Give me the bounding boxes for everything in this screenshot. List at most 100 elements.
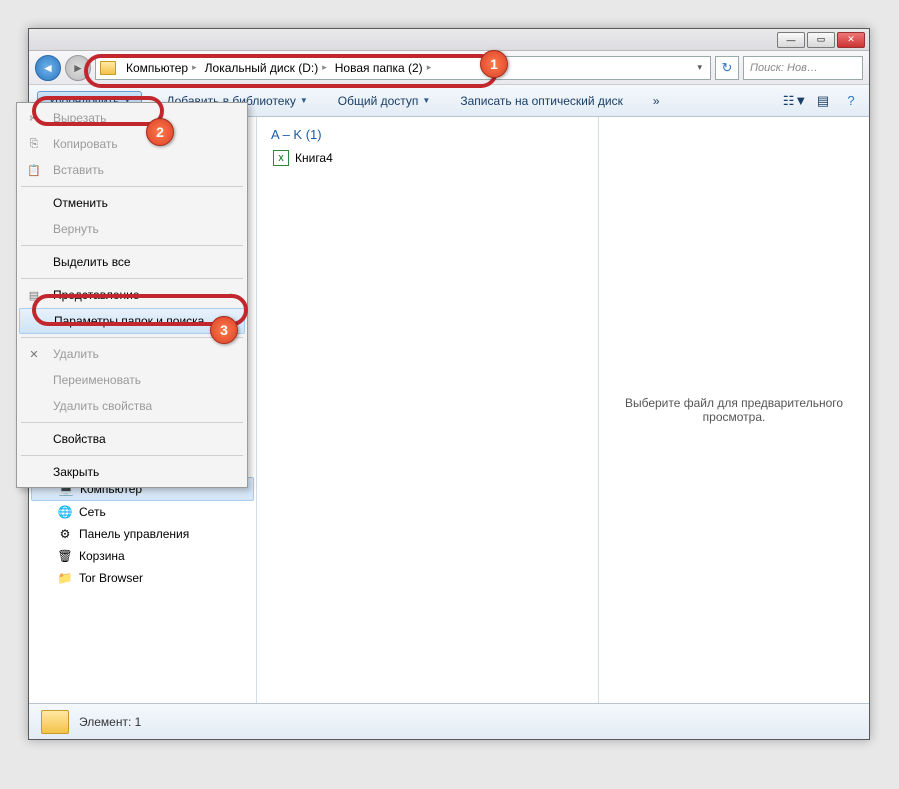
sidebar-item-label: Tor Browser <box>79 571 143 585</box>
menu-label: Выделить все <box>53 255 131 269</box>
recycle-bin-icon: 🗑 <box>57 548 73 564</box>
menu-separator <box>21 278 243 279</box>
sidebar-item-recycle-bin[interactable]: 🗑 Корзина <box>29 545 256 567</box>
menu-cut: ✂ Вырезать <box>17 105 247 131</box>
menu-label: Удалить <box>53 347 99 361</box>
blank-icon <box>26 313 44 329</box>
menu-redo: Вернуть <box>17 216 247 242</box>
excel-icon: X <box>273 150 289 166</box>
chevron-right-icon: ▸ <box>192 62 197 73</box>
status-bar: Элемент: 1 <box>29 703 869 739</box>
chevron-right-icon: ▸ <box>322 62 327 73</box>
crumb-disk-d[interactable]: Локальный диск (D:)▸ <box>201 61 331 75</box>
menu-separator <box>21 245 243 246</box>
sidebar-item-label: Сеть <box>79 505 106 519</box>
close-button[interactable]: ✕ <box>837 32 865 48</box>
chevron-right-icon: ▸ <box>230 290 235 301</box>
nav-row: ◄ ► Компьютер▸ Локальный диск (D:)▸ Нова… <box>29 51 869 85</box>
menu-label: Представление <box>53 288 140 302</box>
menu-paste: 📋 Вставить <box>17 157 247 183</box>
preview-pane-button[interactable]: ▤ <box>813 92 833 110</box>
view-options-button[interactable]: ☷▼ <box>785 92 805 110</box>
crumb-new-folder[interactable]: Новая папка (2) ▸ <box>331 61 435 75</box>
menu-remove-properties: Удалить свойства <box>17 393 247 419</box>
folder-icon <box>41 710 69 734</box>
menu-select-all[interactable]: Выделить все <box>17 249 247 275</box>
sidebar-item-label: Корзина <box>79 549 125 563</box>
chevron-right-icon: ▸ <box>427 62 432 73</box>
menu-separator <box>21 186 243 187</box>
sidebar-item-label: Панель управления <box>79 527 189 541</box>
paste-icon: 📋 <box>25 162 43 178</box>
badge-1: 1 <box>480 50 508 78</box>
chevron-down-icon: ▼ <box>422 96 430 105</box>
share-button[interactable]: Общий доступ ▼ <box>332 91 437 111</box>
network-icon: 🌐 <box>57 504 73 520</box>
file-item-book4[interactable]: X Книга4 <box>271 148 584 168</box>
blank-icon <box>25 221 43 237</box>
burn-disc-button[interactable]: Записать на оптический диск <box>454 91 629 111</box>
sidebar-item-network[interactable]: 🌐 Сеть <box>29 501 256 523</box>
menu-label: Копировать <box>53 137 118 151</box>
blank-icon <box>25 398 43 414</box>
minimize-button[interactable]: — <box>777 32 805 48</box>
titlebar: — ▭ ✕ <box>29 29 869 51</box>
menu-label: Удалить свойства <box>53 399 152 413</box>
forward-button[interactable]: ► <box>65 55 91 81</box>
crumb-label: Новая папка (2) <box>335 61 423 75</box>
share-label: Общий доступ <box>338 94 419 108</box>
menu-label: Переименовать <box>53 373 141 387</box>
toolbar-right: ☷▼ ▤ ? <box>785 92 861 110</box>
menu-label: Вырезать <box>53 111 106 125</box>
folder-icon: 📁 <box>57 570 73 586</box>
preview-message: Выберите файл для предварительного просм… <box>611 396 857 424</box>
menu-label: Отменить <box>53 196 108 210</box>
menu-label: Вставить <box>53 163 104 177</box>
status-text: Элемент: 1 <box>79 715 141 729</box>
crumb-label: Локальный диск (D:) <box>205 61 319 75</box>
chevron-down-icon: ▼ <box>300 96 308 105</box>
file-name: Книга4 <box>295 151 333 165</box>
sidebar-item-control-panel[interactable]: ⚙ Панель управления <box>29 523 256 545</box>
maximize-button[interactable]: ▭ <box>807 32 835 48</box>
address-dropdown-icon[interactable]: ▾ <box>693 62 706 73</box>
sidebar-item-tor-browser[interactable]: 📁 Tor Browser <box>29 567 256 589</box>
control-panel-icon: ⚙ <box>57 526 73 542</box>
search-input[interactable]: Поиск: Нов… <box>743 56 863 80</box>
menu-delete: ✕Удалить <box>17 341 247 367</box>
menu-layout[interactable]: ▤ Представление ▸ <box>17 282 247 308</box>
badge-3: 3 <box>210 316 238 344</box>
back-button[interactable]: ◄ <box>35 55 61 81</box>
blank-icon <box>25 254 43 270</box>
copy-icon: ⎘ <box>25 136 43 152</box>
menu-undo[interactable]: Отменить <box>17 190 247 216</box>
crumb-label: Компьютер <box>126 61 188 75</box>
menu-close[interactable]: Закрыть <box>17 459 247 485</box>
menu-label: Свойства <box>53 432 106 446</box>
blank-icon <box>25 431 43 447</box>
group-header[interactable]: A – K (1) <box>271 127 584 142</box>
menu-separator <box>21 455 243 456</box>
layout-icon: ▤ <box>25 287 43 303</box>
folder-icon <box>100 61 116 75</box>
preview-pane: Выберите файл для предварительного просм… <box>599 117 869 703</box>
menu-label: Вернуть <box>53 222 99 236</box>
blank-icon <box>25 464 43 480</box>
file-list-pane[interactable]: A – K (1) X Книга4 <box>257 117 599 703</box>
help-button[interactable]: ? <box>841 92 861 110</box>
crumb-computer[interactable]: Компьютер ▸ <box>122 61 201 75</box>
burn-label: Записать на оптический диск <box>460 94 623 108</box>
menu-separator <box>21 422 243 423</box>
menu-properties[interactable]: Свойства <box>17 426 247 452</box>
address-bar[interactable]: Компьютер▸ Локальный диск (D:)▸ Новая па… <box>95 56 711 80</box>
menu-rename: Переименовать <box>17 367 247 393</box>
menu-label: Закрыть <box>53 465 99 479</box>
menu-label: Параметры папок и поиска <box>54 314 204 328</box>
chevron-down-icon: ▼ <box>794 93 807 108</box>
organize-menu: ✂ Вырезать ⎘ Копировать 📋 Вставить Отменить… <box>16 102 248 488</box>
refresh-button[interactable]: ↻ <box>715 56 739 80</box>
badge-2: 2 <box>146 118 174 146</box>
cut-icon: ✂ <box>25 110 43 126</box>
toolbar-overflow-button[interactable]: » <box>647 91 666 111</box>
menu-copy: ⎘ Копировать <box>17 131 247 157</box>
